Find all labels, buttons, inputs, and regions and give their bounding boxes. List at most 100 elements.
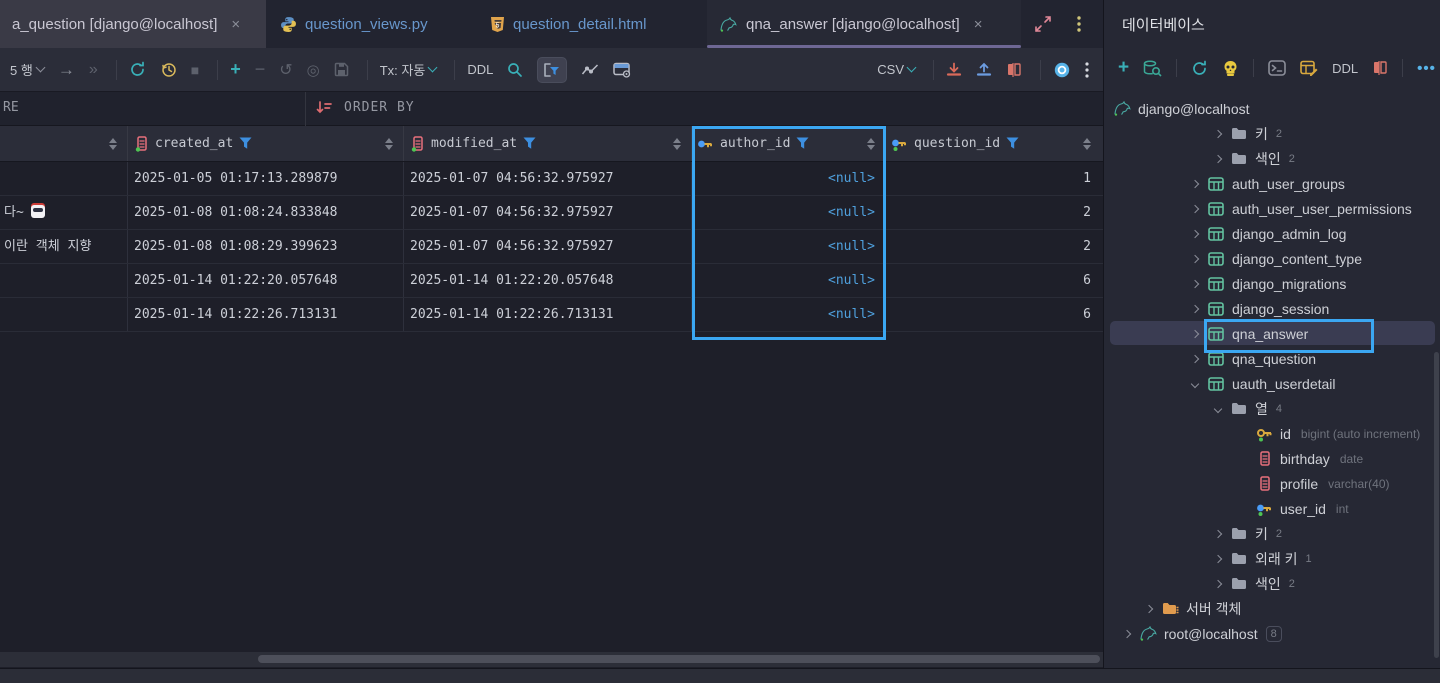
tree-item-django-session[interactable]: django_session (1104, 296, 1440, 321)
next-page-icon[interactable]: → (58, 60, 75, 80)
chevron-right-icon[interactable] (1207, 154, 1229, 163)
tab-question-detail[interactable]: 5 question_detail.html (478, 0, 658, 48)
chevron-right-icon[interactable] (1207, 529, 1229, 538)
tree-item--[interactable]: 외래 키 1 (1104, 546, 1440, 571)
order-by-input[interactable]: ORDER BY (344, 100, 415, 115)
compare-icon[interactable] (1372, 60, 1388, 76)
tab-qna-question[interactable]: a_question [django@localhost] × (0, 0, 266, 48)
tree-item--[interactable]: 색인 2 (1104, 146, 1440, 171)
table-row[interactable]: 이란 객체 지향 2025-01-08 01:08:29.399623 2025-0… (0, 230, 1103, 264)
cell-text[interactable]: 다~ (0, 196, 128, 229)
row-filter-toggle[interactable] (537, 56, 568, 83)
close-icon[interactable]: × (231, 16, 240, 33)
cell-text[interactable]: 이란 객체 지향 (0, 230, 128, 263)
horizontal-scrollbar[interactable] (0, 652, 1103, 667)
cell-modified-at[interactable]: 2025-01-07 04:56:32.975927 (404, 162, 692, 195)
tree-item--[interactable]: 색인 2 (1104, 571, 1440, 596)
refresh-icon[interactable] (1191, 60, 1208, 77)
chevron-right-icon[interactable] (1184, 329, 1206, 338)
cell-question-id[interactable]: 1 (886, 162, 1103, 195)
chevron-right-icon[interactable] (1207, 129, 1229, 138)
more-options-kebab-icon[interactable] (1085, 61, 1089, 78)
chevron-right-icon[interactable] (1207, 579, 1229, 588)
tree-item-auth-user-user-permissions[interactable]: auth_user_user_permissions (1104, 196, 1440, 221)
chevron-right-icon[interactable] (1184, 354, 1206, 363)
chevron-right-icon[interactable] (1184, 279, 1206, 288)
tab-qna-answer-active[interactable]: qna_answer [django@localhost] × (707, 0, 1021, 48)
add-row-icon[interactable]: + (230, 59, 241, 80)
tree-item-user-id[interactable]: user_id int (1104, 496, 1440, 521)
ddl-button[interactable]: DDL (467, 62, 493, 77)
cell-modified-at[interactable]: 2025-01-14 01:22:20.057648 (404, 264, 692, 297)
new-datasource-icon[interactable]: + (1118, 57, 1129, 79)
cell-text[interactable] (0, 298, 128, 331)
cell-created-at[interactable]: 2025-01-14 01:22:20.057648 (128, 264, 404, 297)
tree-item-birthday[interactable]: birthday date (1104, 446, 1440, 471)
tree-item-uauth-userdetail[interactable]: uauth_userdetail (1104, 371, 1440, 396)
tree-item-root-localhost[interactable]: root@localhost 8 (1104, 621, 1440, 646)
table-view-options-icon[interactable] (613, 62, 632, 78)
cell-modified-at[interactable]: 2025-01-07 04:56:32.975927 (404, 230, 692, 263)
cell-author-id[interactable]: <null> (692, 230, 886, 263)
filter-icon[interactable] (796, 137, 809, 150)
export-data-icon[interactable] (946, 62, 962, 78)
stop-icon[interactable]: ■ (191, 62, 199, 78)
cell-question-id[interactable]: 6 (886, 264, 1103, 297)
table-row[interactable]: 2025-01-14 01:22:26.713131 2025-01-14 01:… (0, 298, 1103, 332)
sort-arrows-icon[interactable] (385, 137, 393, 150)
table-row[interactable]: 2025-01-14 01:22:20.057648 2025-01-14 01:… (0, 264, 1103, 298)
filter-icon[interactable] (1006, 137, 1019, 150)
chevron-right-icon[interactable] (1207, 554, 1229, 563)
expand-window-icon[interactable] (1032, 13, 1054, 35)
search-icon[interactable] (507, 62, 523, 78)
column-header-question-id[interactable]: question_id (886, 126, 1103, 161)
tree-item-auth-user-groups[interactable]: auth_user_groups (1104, 171, 1440, 196)
save-icon[interactable] (334, 62, 349, 77)
tree-item-qna-question[interactable]: qna_question (1104, 346, 1440, 371)
preview-changes-icon[interactable]: ◎ (307, 61, 320, 79)
revert-icon[interactable]: ↺ (279, 60, 292, 80)
tx-mode-select[interactable]: Tx: 자동 (380, 60, 438, 79)
tree-item-profile[interactable]: profile varchar(40) (1104, 471, 1440, 496)
kill-process-skull-icon[interactable] (1222, 60, 1239, 77)
table-row[interactable]: 2025-01-05 01:17:13.289879 2025-01-07 04:… (0, 162, 1103, 196)
page-size-select[interactable]: 5 행 (10, 60, 46, 79)
more-tabs-kebab-icon[interactable] (1068, 13, 1090, 35)
query-console-icon[interactable] (1268, 60, 1286, 76)
chevron-right-icon[interactable] (1184, 204, 1206, 213)
sort-arrows-icon[interactable] (867, 137, 875, 150)
sort-arrows-icon[interactable] (109, 137, 117, 150)
column-header-author-id[interactable]: author_id (692, 126, 886, 161)
chevron-down-icon[interactable] (1207, 404, 1229, 413)
tab-question-views[interactable]: question_views.py (268, 0, 440, 48)
tree-item-qna-answer[interactable]: qna_answer (1104, 321, 1440, 346)
tree-item-django-migrations[interactable]: django_migrations (1104, 271, 1440, 296)
tree-item-django-content-type[interactable]: django_content_type (1104, 246, 1440, 271)
cell-author-id[interactable]: <null> (692, 196, 886, 229)
chevron-right-icon[interactable] (1138, 604, 1160, 613)
view-options-eye-icon[interactable] (1053, 61, 1071, 79)
chevron-right-icon[interactable] (1116, 629, 1138, 638)
table-row[interactable]: 다~ 2025-01-08 01:08:24.833848 2025-01-07 0… (0, 196, 1103, 230)
cell-created-at[interactable]: 2025-01-08 01:08:29.399623 (128, 230, 404, 263)
cell-created-at[interactable]: 2025-01-14 01:22:26.713131 (128, 298, 404, 331)
cell-text[interactable] (0, 264, 128, 297)
more-options-icon[interactable]: ••• (1417, 60, 1436, 77)
tree-item--[interactable]: 키2 (1104, 521, 1440, 546)
filter-icon[interactable] (239, 137, 252, 150)
sort-arrows-icon[interactable] (673, 137, 681, 150)
delete-row-icon[interactable]: − (255, 59, 266, 80)
cell-question-id[interactable]: 2 (886, 230, 1103, 263)
filter-icon[interactable] (523, 137, 536, 150)
cell-text[interactable] (0, 162, 128, 195)
tree-item-django-localhost[interactable]: django@localhost (1104, 96, 1440, 121)
tree-item-id[interactable]: id bigint (auto increment) (1104, 421, 1440, 446)
last-page-icon[interactable]: » (89, 61, 98, 79)
history-icon[interactable] (160, 61, 177, 78)
horizontal-scrollbar-thumb[interactable] (258, 655, 1100, 663)
cell-author-id[interactable]: <null> (692, 162, 886, 195)
close-icon[interactable]: × (974, 16, 983, 33)
tree-item--[interactable]: 서버 객체 (1104, 596, 1440, 621)
cell-modified-at[interactable]: 2025-01-07 04:56:32.975927 (404, 196, 692, 229)
chevron-right-icon[interactable] (1184, 229, 1206, 238)
